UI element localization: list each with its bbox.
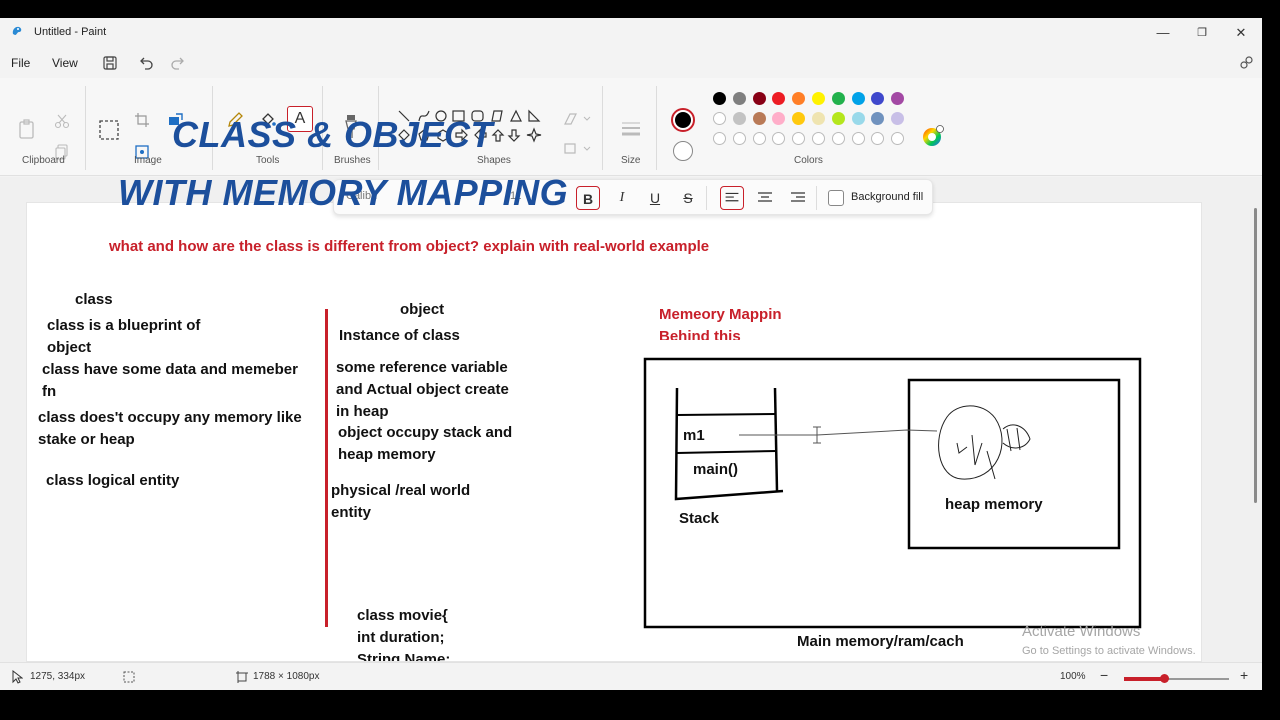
- group-label-brushes: Brushes: [334, 155, 371, 166]
- activate-windows-title: Activate Windows: [1022, 623, 1141, 640]
- status-bar: 1275, 334px 1788 × 1080px 100% − +: [0, 662, 1262, 690]
- edit-colors-icon[interactable]: [921, 124, 945, 148]
- stack-frame-main: main(): [693, 461, 738, 478]
- color-swatch[interactable]: [732, 92, 746, 105]
- window-title: Untitled - Paint: [34, 26, 107, 38]
- ribbon-separator: [85, 86, 86, 170]
- zoom-out-button[interactable]: −: [1100, 667, 1108, 683]
- maximize-button[interactable]: ❐: [1187, 22, 1217, 44]
- secondary-color-swatch[interactable]: [673, 141, 693, 161]
- outline-fill-icons[interactable]: [562, 111, 592, 159]
- underline-button[interactable]: U: [643, 186, 667, 210]
- heap-label: heap memory: [945, 496, 1043, 513]
- memory-diagram: [643, 357, 1142, 629]
- activate-windows-subtitle: Go to Settings to activate Windows.: [1022, 645, 1196, 657]
- canvas-size: 1788 × 1080px: [253, 671, 320, 682]
- size-icon[interactable]: [620, 118, 642, 140]
- menu-bar: File View: [0, 48, 1262, 78]
- vertical-scrollbar[interactable]: [1254, 208, 1257, 503]
- group-label-shapes: Shapes: [477, 155, 511, 166]
- zoom-slider-track[interactable]: [1124, 674, 1229, 683]
- custom-color-slot[interactable]: [752, 132, 766, 145]
- primary-color-swatch: [675, 112, 691, 128]
- settings-icon[interactable]: [1236, 53, 1256, 73]
- align-right-icon[interactable]: [786, 186, 810, 210]
- minimize-button[interactable]: —: [1148, 22, 1178, 44]
- group-label-tools: Tools: [256, 155, 280, 166]
- group-label-size: Size: [621, 155, 641, 166]
- menu-file[interactable]: File: [11, 56, 30, 70]
- zoom-slider-thumb[interactable]: [1160, 674, 1169, 683]
- color-swatch[interactable]: [831, 112, 845, 125]
- drawing-canvas[interactable]: what and how are the class is different …: [26, 202, 1202, 662]
- zoom-level: 100%: [1060, 671, 1086, 682]
- screen-border: [1262, 0, 1280, 720]
- primary-color-ring[interactable]: [671, 108, 695, 132]
- menu-view[interactable]: View: [52, 56, 78, 70]
- group-label-image: Image: [134, 155, 162, 166]
- color-swatch[interactable]: [851, 92, 865, 105]
- toolbar-separator: [816, 186, 817, 210]
- color-swatch[interactable]: [812, 92, 825, 105]
- overlay-title-line1: CLASS & OBJECT: [172, 114, 494, 155]
- ribbon-separator: [602, 86, 603, 170]
- zoom-slider-fill: [1124, 677, 1164, 681]
- save-icon[interactable]: [100, 53, 120, 73]
- overlay-title-line2: WITH MEMORY MAPPING: [118, 172, 569, 213]
- pointer-icon: [12, 670, 23, 684]
- background-fill-checkbox[interactable]: [828, 190, 844, 206]
- crop-icon[interactable]: [134, 112, 150, 128]
- align-left-icon[interactable]: [720, 186, 744, 210]
- strikethrough-button[interactable]: S: [676, 186, 700, 210]
- main-memory-label: Main memory/ram/cach: [797, 633, 964, 650]
- ribbon-separator: [656, 86, 657, 170]
- toolbar-separator: [706, 186, 707, 210]
- stack-label: Stack: [679, 510, 720, 527]
- group-label-clipboard: Clipboard: [22, 155, 65, 166]
- background-fill-label: Background fill: [851, 191, 924, 203]
- cut-icon[interactable]: [54, 113, 70, 129]
- group-label-colors: Colors: [794, 155, 823, 166]
- custom-color-slot[interactable]: [831, 132, 845, 145]
- select-icon[interactable]: [98, 119, 120, 141]
- color-swatch[interactable]: [713, 112, 726, 125]
- italic-button[interactable]: I: [610, 186, 634, 210]
- custom-color-slot[interactable]: [851, 132, 865, 145]
- custom-color-slot[interactable]: [732, 132, 746, 145]
- paint-app-icon: [12, 26, 22, 35]
- title-bar: Untitled - Paint — ❐ ✕: [0, 18, 1262, 48]
- custom-color-slot[interactable]: [812, 132, 825, 145]
- color-swatch[interactable]: [851, 112, 865, 125]
- canvas-resize-handle[interactable]: [1201, 574, 1202, 578]
- paste-icon[interactable]: [17, 118, 37, 140]
- align-center-icon[interactable]: [753, 186, 777, 210]
- color-swatch[interactable]: [812, 112, 825, 125]
- canvas-size-icon: [236, 671, 248, 683]
- zoom-in-button[interactable]: +: [1240, 667, 1248, 683]
- color-swatch[interactable]: [732, 112, 746, 125]
- redo-icon[interactable]: [168, 53, 188, 73]
- color-swatch[interactable]: [713, 92, 726, 105]
- color-swatch[interactable]: [752, 92, 766, 105]
- stack-var-m1: m1: [683, 427, 705, 444]
- cursor-position: 1275, 334px: [30, 671, 86, 682]
- color-swatch[interactable]: [752, 112, 766, 125]
- selection-size-icon: [123, 671, 135, 683]
- paint-window: Untitled - Paint — ❐ ✕ File View Clipboa…: [0, 18, 1262, 690]
- custom-color-slot[interactable]: [713, 132, 726, 145]
- close-button[interactable]: ✕: [1226, 22, 1256, 44]
- undo-icon[interactable]: [136, 53, 156, 73]
- bold-button[interactable]: B: [576, 186, 600, 210]
- color-swatch[interactable]: [831, 92, 845, 105]
